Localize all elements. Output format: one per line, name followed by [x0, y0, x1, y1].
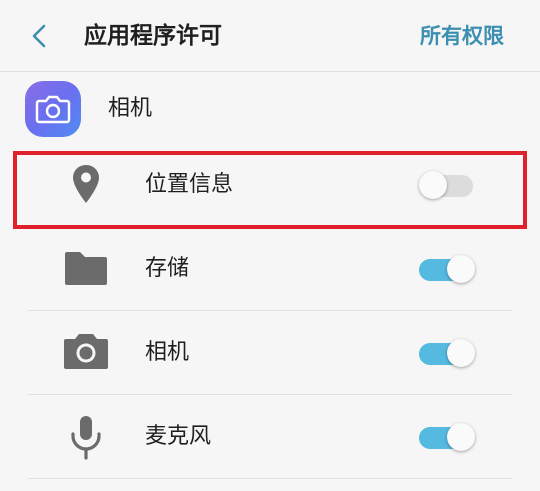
storage-toggle[interactable] [419, 255, 475, 283]
permission-label: 存储 [145, 256, 190, 281]
camera-app-icon [25, 81, 81, 137]
toggle-knob [447, 423, 475, 451]
app-header: 应用程序许可 所有权限 [0, 0, 540, 72]
camera-icon [60, 329, 112, 377]
location-toggle[interactable] [419, 171, 475, 199]
permission-row-camera[interactable]: 相机 [0, 311, 540, 395]
location-pin-icon [60, 161, 112, 209]
toggle-knob [419, 171, 447, 199]
folder-icon [60, 245, 112, 293]
permission-row-location[interactable]: 位置信息 [0, 143, 540, 227]
app-name: 相机 [108, 96, 153, 121]
toggle-knob [447, 339, 475, 367]
row-divider [28, 478, 512, 479]
permission-label: 位置信息 [145, 172, 234, 197]
camera-toggle[interactable] [419, 339, 475, 367]
permission-label: 麦克风 [145, 424, 212, 449]
permission-row-microphone[interactable]: 麦克风 [0, 395, 540, 479]
permission-row-storage[interactable]: 存储 [0, 227, 540, 311]
microphone-toggle[interactable] [419, 423, 475, 451]
microphone-icon [60, 413, 112, 461]
chevron-left-icon [32, 24, 46, 48]
toggle-knob [447, 255, 475, 283]
permission-label: 相机 [145, 340, 190, 365]
all-permissions-button[interactable]: 所有权限 [420, 20, 504, 52]
page-title: 应用程序许可 [84, 23, 222, 49]
app-info-row: 相机 [0, 72, 540, 146]
back-button[interactable] [22, 18, 58, 54]
